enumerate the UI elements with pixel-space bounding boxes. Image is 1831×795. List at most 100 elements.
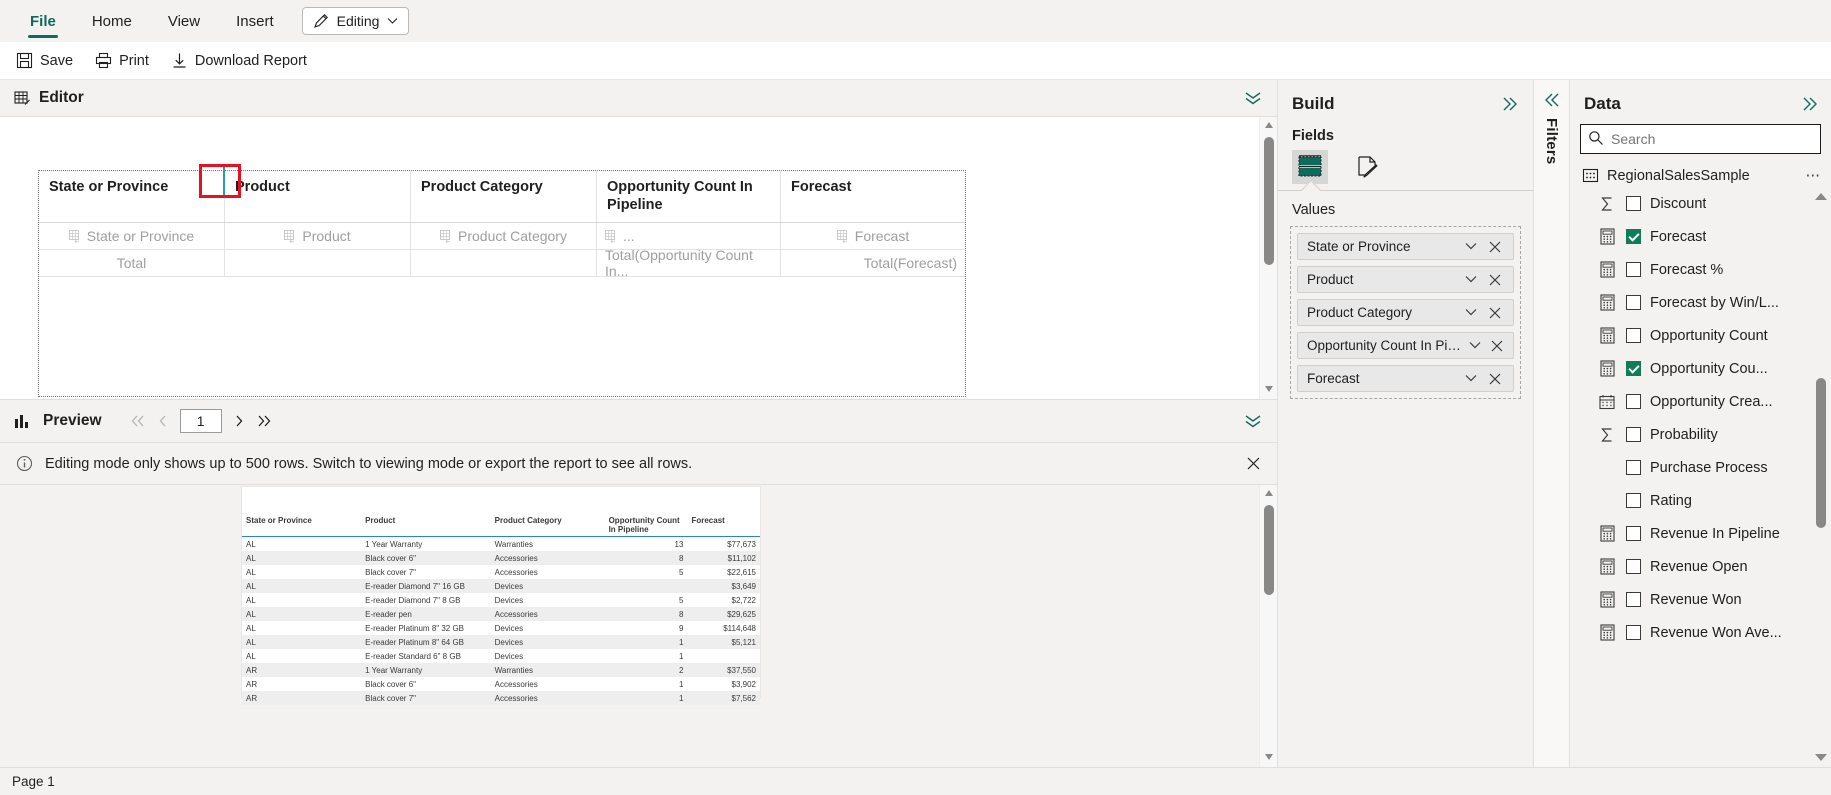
format-paint-icon[interactable]: [1350, 150, 1386, 184]
chevron-double-right-icon[interactable]: [1499, 96, 1519, 112]
preview-vertical-scrollbar[interactable]: [1259, 485, 1277, 767]
design-total-forecast[interactable]: Total(Forecast): [781, 250, 965, 276]
preview-canvas[interactable]: State or Province Product Product Catego…: [0, 485, 1259, 767]
field-checkbox[interactable]: [1626, 427, 1641, 442]
more-options-icon[interactable]: ⋯: [1806, 168, 1822, 184]
values-field-pill[interactable]: Forecast: [1297, 365, 1514, 392]
chevron-down-icon[interactable]: [1465, 308, 1483, 317]
design-placeholder-forecast[interactable]: Forecast: [781, 223, 965, 249]
values-field-pill[interactable]: State or Province: [1297, 233, 1514, 260]
field-checkbox[interactable]: [1626, 559, 1641, 574]
report-design-table[interactable]: State or Province Product Product Catego…: [38, 170, 966, 398]
data-scroll-down-arrow[interactable]: [1815, 754, 1827, 761]
data-field-row[interactable]: Forecast: [1570, 220, 1831, 253]
chevron-double-down-icon[interactable]: [1243, 90, 1263, 106]
data-field-row[interactable]: Forecast by Win/L...: [1570, 286, 1831, 319]
field-checkbox[interactable]: [1626, 460, 1641, 475]
download-report-button[interactable]: Download Report: [171, 52, 307, 69]
field-checkbox[interactable]: [1626, 361, 1641, 376]
ribbon-tab-insert[interactable]: Insert: [218, 0, 292, 42]
design-placeholder-state[interactable]: State or Province: [39, 223, 225, 250]
field-checkbox[interactable]: [1626, 229, 1641, 244]
table-visual-icon[interactable]: [1292, 150, 1328, 184]
data-field-row[interactable]: Opportunity Count: [1570, 319, 1831, 352]
preview-collapse-icon[interactable]: [1243, 413, 1263, 429]
close-icon[interactable]: [1489, 307, 1507, 319]
field-checkbox[interactable]: [1626, 625, 1641, 640]
chevron-double-left-icon[interactable]: [1543, 92, 1561, 108]
values-field-pill[interactable]: Opportunity Count In Pipeline: [1297, 332, 1514, 359]
field-checkbox[interactable]: [1626, 328, 1641, 343]
data-field-row[interactable]: Rating: [1570, 484, 1831, 517]
chevron-down-icon[interactable]: [1469, 341, 1485, 350]
data-field-row[interactable]: Purchase Process: [1570, 451, 1831, 484]
data-field-row[interactable]: Opportunity Cou...: [1570, 352, 1831, 385]
chevron-down-icon[interactable]: [1465, 374, 1483, 383]
editing-mode-chip[interactable]: Editing: [301, 7, 410, 35]
design-header-cell-state[interactable]: State or Province: [39, 171, 225, 223]
design-header-cell-opportunity[interactable]: Opportunity Count In Pipeline: [597, 171, 781, 223]
design-total-state[interactable]: Total: [39, 250, 225, 277]
ribbon-tab-home[interactable]: Home: [74, 0, 150, 42]
chevron-down-icon[interactable]: [1465, 242, 1483, 251]
ribbon-tab-file[interactable]: File: [12, 0, 74, 42]
filters-rail-label[interactable]: Filters: [1543, 118, 1560, 164]
field-checkbox[interactable]: [1626, 295, 1641, 310]
first-page-icon[interactable]: [130, 415, 146, 427]
close-icon[interactable]: [1246, 456, 1261, 471]
design-placeholder-opportunity[interactable]: ...: [597, 223, 781, 250]
design-placeholder-category[interactable]: Product Category: [411, 223, 597, 250]
values-field-pill[interactable]: Product Category: [1297, 299, 1514, 326]
data-field-row[interactable]: Forecast %: [1570, 253, 1831, 286]
editor-canvas[interactable]: State or Province Product Product Catego…: [0, 117, 1259, 399]
field-checkbox[interactable]: [1626, 526, 1641, 541]
dataset-row[interactable]: RegionalSalesSample ⋯: [1570, 164, 1831, 187]
design-total-category[interactable]: [411, 250, 597, 277]
prev-page-icon[interactable]: [158, 415, 168, 427]
data-field-list[interactable]: Discount Forecast Forecast % Forecast by Wi…: [1570, 187, 1831, 767]
preview-scroll-down-arrow[interactable]: [1264, 753, 1274, 763]
data-field-row[interactable]: Opportunity Crea...: [1570, 385, 1831, 418]
data-search-input[interactable]: [1580, 124, 1821, 154]
field-checkbox[interactable]: [1626, 196, 1641, 211]
preview-scroll-up-arrow[interactable]: [1264, 489, 1274, 499]
close-icon[interactable]: [1489, 373, 1507, 385]
ribbon-tab-view[interactable]: View: [150, 0, 218, 42]
data-panel-scrollbar[interactable]: [1815, 193, 1827, 761]
data-field-row[interactable]: Revenue In Pipeline: [1570, 517, 1831, 550]
scroll-down-arrow[interactable]: [1264, 385, 1274, 395]
data-field-row[interactable]: Probability: [1570, 418, 1831, 451]
data-scroll-up-arrow[interactable]: [1815, 193, 1827, 200]
design-header-cell-product[interactable]: Product: [225, 171, 411, 223]
scroll-up-arrow[interactable]: [1264, 121, 1274, 131]
editor-scroll-thumb[interactable]: [1264, 137, 1274, 265]
values-field-pill[interactable]: Product: [1297, 266, 1514, 293]
field-checkbox[interactable]: [1626, 394, 1641, 409]
data-field-row[interactable]: Revenue Open: [1570, 550, 1831, 583]
data-field-row[interactable]: Revenue Won: [1570, 583, 1831, 616]
design-total-opportunity[interactable]: Total(Opportunity Count In...: [597, 250, 781, 277]
close-icon[interactable]: [1489, 241, 1507, 253]
field-checkbox[interactable]: [1626, 592, 1641, 607]
build-values-well[interactable]: State or Province Product Product Category…: [1290, 226, 1521, 399]
chevron-down-icon[interactable]: [1465, 275, 1483, 284]
data-scroll-thumb[interactable]: [1816, 378, 1826, 528]
design-header-cell-forecast[interactable]: Forecast: [781, 171, 965, 222]
data-expand-icon[interactable]: [1799, 96, 1819, 112]
field-checkbox[interactable]: [1626, 262, 1641, 277]
design-header-cell-category[interactable]: Product Category: [411, 171, 597, 223]
save-button[interactable]: Save: [16, 52, 73, 69]
page-number-input[interactable]: 1: [179, 409, 222, 433]
next-page-icon[interactable]: [234, 415, 244, 427]
editor-vertical-scrollbar[interactable]: [1259, 117, 1277, 399]
design-placeholder-product[interactable]: Product: [225, 223, 411, 250]
field-checkbox[interactable]: [1626, 493, 1641, 508]
design-total-product[interactable]: [225, 250, 411, 277]
data-field-row[interactable]: Discount: [1570, 187, 1831, 220]
close-icon[interactable]: [1491, 340, 1507, 352]
preview-scroll-thumb[interactable]: [1264, 505, 1274, 595]
last-page-icon[interactable]: [256, 415, 272, 427]
print-button[interactable]: Print: [95, 52, 149, 69]
close-icon[interactable]: [1489, 274, 1507, 286]
data-field-row[interactable]: Revenue Won Ave...: [1570, 616, 1831, 649]
